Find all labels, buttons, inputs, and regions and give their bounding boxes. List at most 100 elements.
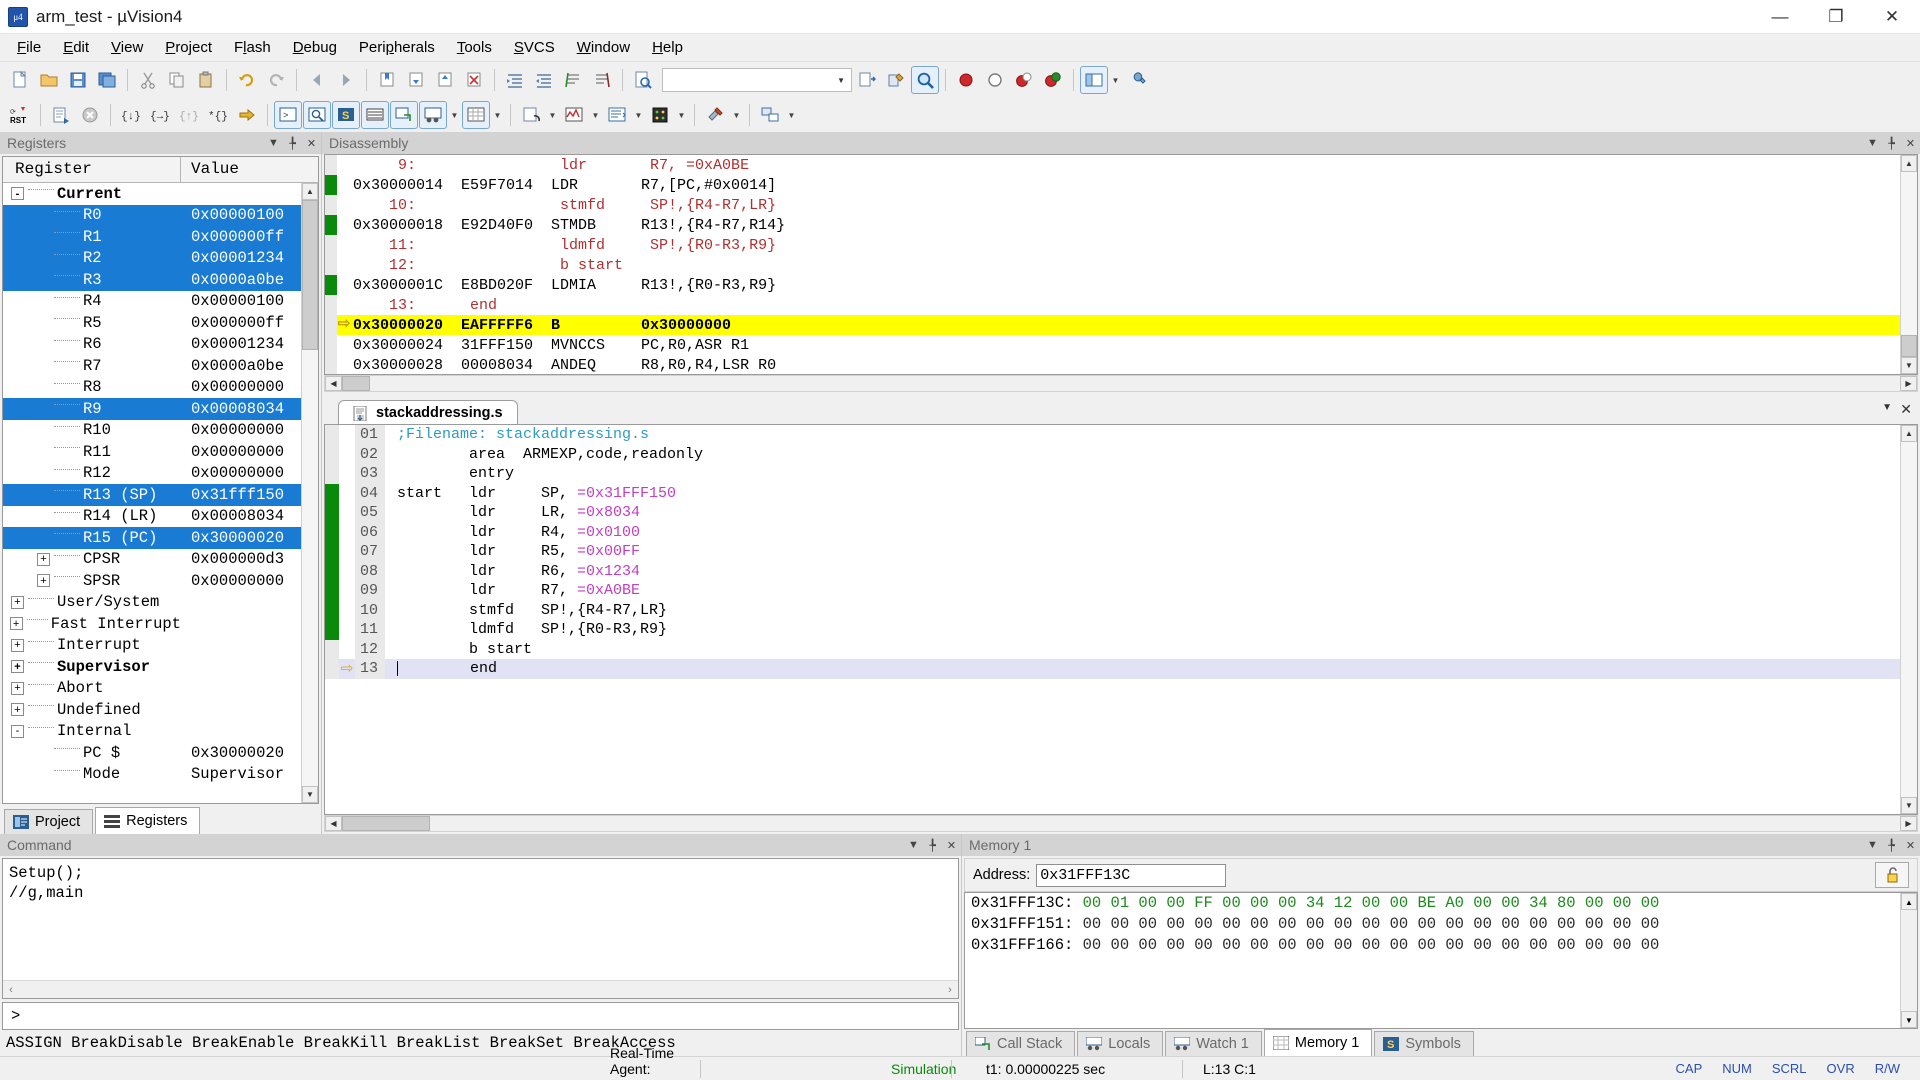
breakpoint-gutter[interactable] bbox=[325, 195, 337, 215]
memory-dropdown-icon[interactable]: ▼ bbox=[491, 101, 504, 129]
menu-peripherals[interactable]: Peripherals bbox=[348, 36, 446, 59]
menu-svcs[interactable]: SVCS bbox=[503, 36, 566, 59]
chevron-down-icon[interactable]: ▼ bbox=[264, 137, 283, 149]
build-target-icon[interactable] bbox=[882, 66, 910, 94]
close-icon[interactable]: ✕ bbox=[942, 839, 961, 852]
kill-breakpoints-icon[interactable] bbox=[1010, 66, 1038, 94]
memory-dump-view[interactable]: 0x31FFF13C: 00 01 00 00 FF 00 00 00 34 1… bbox=[964, 892, 1918, 1029]
project-window-icon[interactable] bbox=[1080, 66, 1108, 94]
disassembly-line[interactable]: 0x30000028 00008034 ANDEQ R8,R0,R4,LSR R… bbox=[325, 355, 1900, 374]
disable-breakpoint-icon[interactable] bbox=[981, 66, 1009, 94]
close-icon[interactable]: ✕ bbox=[1901, 137, 1920, 150]
step-over-icon[interactable]: {→} bbox=[146, 101, 174, 129]
scroll-right-icon[interactable]: › bbox=[942, 984, 958, 996]
target-selector-combo[interactable]: ▼ bbox=[662, 68, 852, 92]
close-icon[interactable]: ✕ bbox=[1901, 839, 1920, 852]
close-button[interactable]: ✕ bbox=[1864, 0, 1920, 34]
executed-code-marker-icon[interactable] bbox=[325, 522, 339, 542]
system-viewer-dropdown-icon[interactable]: ▼ bbox=[675, 101, 688, 129]
scroll-right-icon[interactable]: ▶ bbox=[1900, 816, 1917, 831]
register-row[interactable]: + Fast Interrupt bbox=[3, 613, 301, 635]
minimize-button[interactable]: — bbox=[1752, 0, 1808, 34]
editor-vertical-scrollbar[interactable]: ▲ ▼ bbox=[1900, 425, 1917, 814]
breakpoint-gutter[interactable] bbox=[325, 235, 337, 255]
pin-icon[interactable]: ╄ bbox=[283, 137, 302, 150]
close-icon[interactable]: ✕ bbox=[302, 137, 321, 150]
find-in-files-icon[interactable] bbox=[629, 66, 657, 94]
copy-icon[interactable] bbox=[163, 66, 191, 94]
bookmark-toggle-icon[interactable] bbox=[373, 66, 401, 94]
editor-gutter[interactable] bbox=[325, 659, 339, 679]
undo-icon[interactable] bbox=[233, 66, 261, 94]
navigate-forward-icon[interactable] bbox=[332, 66, 360, 94]
breakpoint-gutter[interactable] bbox=[325, 355, 337, 374]
disassembly-line[interactable]: 0x3000001C E8BD020F LDMIA R13!,{R0-R3,R9… bbox=[325, 275, 1900, 295]
watch-window-icon[interactable] bbox=[419, 101, 447, 129]
register-row[interactable]: + SPSR 0x00000000 bbox=[3, 570, 301, 592]
register-value[interactable]: 0x30000020 bbox=[181, 744, 301, 762]
register-row[interactable]: R6 0x00001234 bbox=[3, 334, 301, 356]
memory-address-input[interactable] bbox=[1036, 863, 1227, 887]
memory-tab-memory-1[interactable]: Memory 1 bbox=[1263, 1029, 1373, 1056]
register-row[interactable]: R4 0x00000100 bbox=[3, 291, 301, 313]
scroll-down-icon[interactable]: ▼ bbox=[1901, 1011, 1917, 1028]
disable-all-breakpoints-icon[interactable] bbox=[1039, 66, 1067, 94]
chevron-down-icon[interactable]: ▼ bbox=[904, 839, 923, 851]
register-value[interactable]: Supervisor bbox=[181, 765, 301, 783]
register-row[interactable]: R0 0x00000100 bbox=[3, 204, 301, 226]
memory-row[interactable]: 0x31FFF166: 00 00 00 00 00 00 00 00 00 0… bbox=[965, 935, 1917, 956]
disassembly-window-icon[interactable] bbox=[303, 101, 331, 129]
breakpoint-gutter[interactable] bbox=[325, 335, 337, 355]
register-value[interactable]: 0x0000a0be bbox=[181, 271, 301, 289]
register-value[interactable]: 0x31fff150 bbox=[181, 486, 301, 504]
memory-tab-watch-1[interactable]: Watch 1 bbox=[1165, 1031, 1262, 1056]
register-value[interactable]: 0x000000ff bbox=[181, 314, 301, 332]
pin-icon[interactable]: ╄ bbox=[1882, 839, 1901, 852]
register-row[interactable]: R3 0x0000a0be bbox=[3, 269, 301, 291]
tree-collapse-icon[interactable]: - bbox=[11, 724, 24, 738]
chevron-down-icon[interactable]: ▼ bbox=[1882, 402, 1892, 413]
serial-window-icon[interactable] bbox=[517, 101, 545, 129]
menu-window[interactable]: Window bbox=[566, 36, 641, 59]
disassembly-line[interactable]: 11: ldmfd SP!,{R0-R3,R9} bbox=[325, 235, 1900, 255]
menu-edit[interactable]: Edit bbox=[52, 36, 100, 59]
disassembly-line[interactable]: 12: b start bbox=[325, 255, 1900, 275]
disassembly-line[interactable]: 0x30000018 E92D40F0 STMDB R13!,{R4-R7,R1… bbox=[325, 215, 1900, 235]
executed-code-marker-icon[interactable] bbox=[325, 600, 339, 620]
register-row[interactable]: + User/System bbox=[3, 592, 301, 614]
insert-breakpoint-icon[interactable] bbox=[952, 66, 980, 94]
step-into-icon[interactable]: {↓} bbox=[117, 101, 145, 129]
register-row[interactable]: + Abort bbox=[3, 678, 301, 700]
breakpoint-gutter[interactable] bbox=[325, 315, 337, 335]
save-icon[interactable] bbox=[64, 66, 92, 94]
symbols-window-icon[interactable]: S bbox=[332, 101, 360, 129]
editor-line[interactable]: 06 ldr R4, =0x0100 bbox=[325, 522, 1900, 542]
code-coverage-marker-icon[interactable] bbox=[325, 275, 337, 295]
scrollbar-thumb[interactable] bbox=[302, 200, 318, 350]
editor-line[interactable]: 11 ldmfd SP!,{R0-R3,R9} bbox=[325, 620, 1900, 640]
disassembly-line[interactable]: 0x30000014 E59F7014 LDR R7,[PC,#0x0014] bbox=[325, 175, 1900, 195]
register-row[interactable]: + Undefined bbox=[3, 699, 301, 721]
scroll-up-icon[interactable]: ▲ bbox=[302, 183, 318, 200]
comment-icon[interactable] bbox=[559, 66, 587, 94]
registers-vertical-scrollbar[interactable]: ▲ ▼ bbox=[301, 183, 318, 803]
register-row[interactable]: + Interrupt bbox=[3, 635, 301, 657]
register-row[interactable]: R2 0x00001234 bbox=[3, 247, 301, 269]
register-value[interactable]: 0x00000000 bbox=[181, 464, 301, 482]
trace-window-icon[interactable] bbox=[603, 101, 631, 129]
toolbox-dropdown-icon[interactable]: ▼ bbox=[730, 101, 743, 129]
tree-expand-icon[interactable]: + bbox=[11, 638, 24, 652]
reset-cpu-icon[interactable]: ⟳ RST bbox=[6, 101, 34, 129]
scroll-left-icon[interactable]: ◀ bbox=[325, 816, 342, 831]
scroll-right-icon[interactable]: ▶ bbox=[1900, 376, 1917, 391]
maximize-button[interactable]: ❐ bbox=[1808, 0, 1864, 34]
editor-gutter[interactable] bbox=[325, 425, 339, 445]
register-row[interactable]: R15 (PC) 0x30000020 bbox=[3, 527, 301, 549]
editor-line[interactable]: 04 start ldr SP, =0x31FFF150 bbox=[325, 483, 1900, 503]
pin-icon[interactable]: ╄ bbox=[923, 839, 942, 852]
editor-gutter[interactable] bbox=[325, 444, 339, 464]
watch-dropdown-icon[interactable]: ▼ bbox=[448, 101, 461, 129]
registers-window-icon[interactable] bbox=[361, 101, 389, 129]
paste-icon[interactable] bbox=[192, 66, 220, 94]
call-stack-window-icon[interactable] bbox=[390, 101, 418, 129]
